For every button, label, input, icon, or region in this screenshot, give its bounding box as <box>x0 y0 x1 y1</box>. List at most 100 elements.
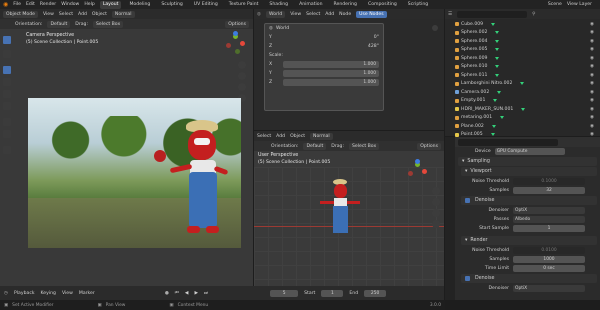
tab-shading[interactable]: Shading <box>266 1 291 9</box>
menu-add[interactable]: Add <box>78 12 87 17</box>
properties-editor[interactable]: Device GPU Compute ▾ Sampling ▾ Viewport N… <box>445 137 600 300</box>
outliner-row[interactable]: Sphere.005 ◉ <box>453 46 600 55</box>
node-gizmo-icon[interactable] <box>432 25 438 31</box>
menu-view[interactable]: View <box>43 12 54 17</box>
vp-passes-select[interactable]: Albedo <box>513 216 585 223</box>
rv-menu-add[interactable]: Add <box>276 134 285 139</box>
node-menu-add[interactable]: Add <box>325 12 334 17</box>
left-viewport[interactable]: Object Mode View Select Add Object Norma… <box>0 9 253 286</box>
menu-edit[interactable]: Edit <box>26 2 35 7</box>
visibility-eye-icon[interactable]: ◉ <box>590 39 594 44</box>
view-layer-name[interactable]: View Layer <box>567 2 592 7</box>
visibility-eye-icon[interactable]: ◉ <box>590 56 594 61</box>
outliner-row[interactable]: Sphere.004 ◉ <box>453 37 600 46</box>
rv-menu-select[interactable]: Select <box>257 134 271 139</box>
tab-modeling[interactable]: Modeling <box>126 1 153 9</box>
outliner-row[interactable]: HDRI_MAKER_SUN.001 ◉ <box>453 105 600 114</box>
r-time-field[interactable]: 0 sec <box>513 265 585 272</box>
rv-perspective-icon[interactable] <box>432 220 440 228</box>
current-frame-field[interactable]: 5 <box>270 289 299 297</box>
node-editor[interactable]: ◍ World View Select Add Node Use Nodes ◍… <box>254 9 444 130</box>
r-denoise-section[interactable]: Denoise <box>461 274 597 283</box>
vp-denoiser-select[interactable]: OptiX <box>513 207 585 214</box>
outliner-type-icon[interactable]: ☰ <box>448 12 452 17</box>
tab-compositing[interactable]: Compositing <box>365 1 400 9</box>
drag-select[interactable]: Select Box <box>93 20 124 28</box>
vp-samples-field[interactable]: 32 <box>513 187 585 194</box>
menu-file[interactable]: File <box>13 2 21 7</box>
visibility-eye-icon[interactable]: ◉ <box>590 73 594 78</box>
menu-object[interactable]: Object <box>92 12 107 17</box>
tab-sculpting[interactable]: Sculpting <box>158 1 185 9</box>
tab-layout[interactable]: Layout <box>99 0 122 9</box>
outliner-row[interactable]: Sphere.009 ◉ <box>453 54 600 63</box>
r-denoiser-select[interactable]: OptiX <box>513 285 585 292</box>
outliner-row[interactable]: Sphere.002 ◉ <box>453 29 600 38</box>
timeline[interactable]: ◷ Playback Keying View Marker ● ⏮ ◀ ▶ ⏭ … <box>0 286 444 300</box>
outliner-row[interactable]: Plane.002 ◉ <box>453 122 600 131</box>
pan-icon[interactable] <box>238 72 246 80</box>
outliner-row[interactable]: Camera.002 ◉ <box>453 88 600 97</box>
vp-denoise-checkbox[interactable] <box>465 198 470 203</box>
rot-z-value[interactable]: 428° <box>368 44 379 49</box>
properties-search-input[interactable] <box>458 138 558 146</box>
navigation-gizmo-icon[interactable] <box>224 31 250 57</box>
scale-tool-icon[interactable] <box>3 90 11 98</box>
rv-orientation-select[interactable]: Default <box>303 142 327 150</box>
cursor-tool-icon[interactable] <box>3 50 11 58</box>
render-section[interactable]: ▾ Render <box>461 236 597 245</box>
menu-render[interactable]: Render <box>40 2 56 7</box>
shading-select[interactable]: Normal <box>111 10 135 18</box>
scale-y-field[interactable]: 1.000 <box>283 70 379 77</box>
outliner-filter-icon[interactable]: ⚲ <box>532 12 535 17</box>
outliner-row[interactable]: Lamborghini Nitro.002 ◉ <box>453 80 600 89</box>
play-icon[interactable]: ▶ <box>194 291 198 296</box>
tab-scripting[interactable]: Scripting <box>405 1 431 9</box>
tl-menu-keying[interactable]: Keying <box>41 291 56 296</box>
jump-start-icon[interactable]: ⏮ <box>175 290 179 296</box>
right-viewport[interactable]: Select Add Object Normal Orientation: De… <box>254 131 444 286</box>
scale-x-field[interactable]: 1.000 <box>283 61 379 68</box>
blender-logo-icon[interactable]: ◉ <box>3 1 8 8</box>
visibility-eye-icon[interactable]: ◉ <box>590 22 594 27</box>
sampling-section[interactable]: ▾ Sampling <box>458 157 597 166</box>
rv-zoom-icon[interactable] <box>432 187 440 195</box>
outliner[interactable]: ☰ ⚲ Cube.009 ◉ Sphere.002 ◉ Sphere.004 ◉ Spher… <box>445 9 600 137</box>
outliner-search-input[interactable] <box>457 10 528 18</box>
tab-rendering[interactable]: Rendering <box>331 1 360 9</box>
zoom-icon[interactable] <box>238 61 246 69</box>
r-samples-field[interactable]: 1000 <box>513 256 585 263</box>
tab-uv-editing[interactable]: UV Editing <box>191 1 221 9</box>
visibility-eye-icon[interactable]: ◉ <box>590 90 594 95</box>
play-reverse-icon[interactable]: ◀ <box>185 291 189 296</box>
menu-select[interactable]: Select <box>59 12 73 17</box>
vp-denoise-section[interactable]: Denoise <box>461 196 597 205</box>
annotate-tool-icon[interactable] <box>3 118 11 126</box>
menu-help[interactable]: Help <box>84 2 94 7</box>
menu-window[interactable]: Window <box>61 2 79 7</box>
tab-texture-paint[interactable]: Texture Paint <box>226 1 262 9</box>
outliner-row[interactable]: metaring.001 ◉ <box>453 114 600 123</box>
select-tool-icon[interactable] <box>3 36 11 44</box>
timeline-type-icon[interactable]: ◷ <box>4 291 8 296</box>
r-denoise-checkbox[interactable] <box>465 276 470 281</box>
z-axis-icon[interactable] <box>233 31 238 36</box>
world-select[interactable]: World <box>266 10 286 18</box>
measure-tool-icon[interactable] <box>3 130 11 138</box>
visibility-eye-icon[interactable]: ◉ <box>590 81 594 86</box>
x-axis-icon[interactable] <box>240 41 245 46</box>
editor-type-icon[interactable]: ◍ <box>257 12 261 17</box>
outliner-row[interactable]: Cube.009 ◉ <box>453 20 600 29</box>
move-tool-icon[interactable] <box>3 66 11 74</box>
rv-neg-x-axis-icon[interactable] <box>408 171 413 176</box>
rv-pan-icon[interactable] <box>432 198 440 206</box>
outliner-row[interactable]: Sphere.010 ◉ <box>453 63 600 72</box>
rv-z-axis-icon[interactable] <box>415 159 420 164</box>
rv-shading-select[interactable]: Normal <box>310 132 333 140</box>
vp-noise-field[interactable]: 0.1000 <box>513 178 585 185</box>
rv-navigation-gizmo-icon[interactable] <box>406 159 432 185</box>
rotate-tool-icon[interactable] <box>3 78 11 86</box>
rv-options-button[interactable]: Options <box>417 142 441 150</box>
visibility-eye-icon[interactable]: ◉ <box>590 124 594 129</box>
rv-camera-icon[interactable] <box>432 209 440 217</box>
